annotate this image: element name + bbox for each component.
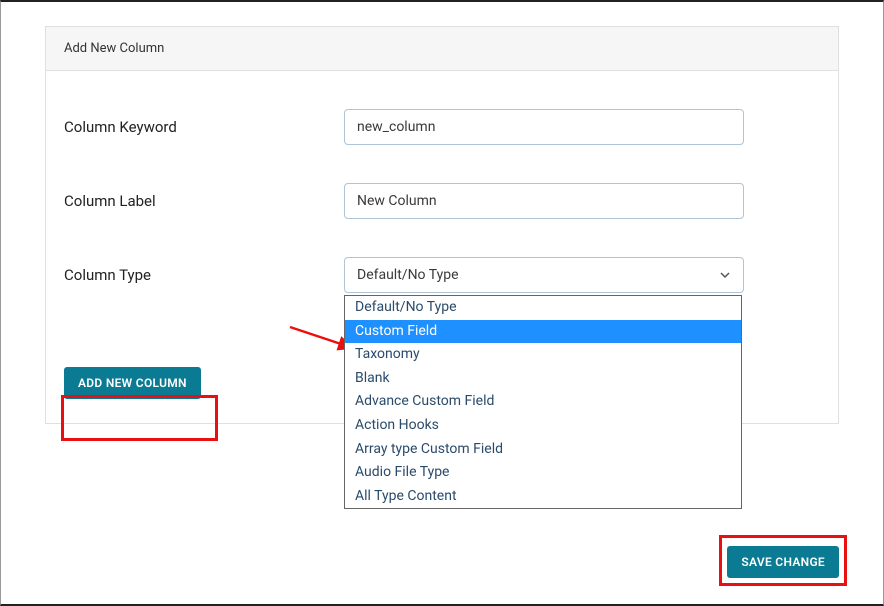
dropdown-column-type: Default/No TypeCustom FieldTaxonomyBlank… [344,295,742,509]
panel-body: Column Keyword Column Label Column Type … [46,71,838,423]
dropdown-option[interactable]: Default/No Type [345,296,741,320]
row-column-type: Column Type Default/No Type Default/No T… [64,257,820,293]
dropdown-option[interactable]: Array type Custom Field [345,438,741,462]
dropdown-option[interactable]: Audio File Type [345,461,741,485]
label-column-type: Column Type [64,266,344,284]
save-change-button[interactable]: SAVE CHANGE [727,546,839,578]
dropdown-option[interactable]: Blank [345,367,741,391]
add-column-panel: Add New Column Column Keyword Column Lab… [45,26,839,424]
dropdown-option[interactable]: Action Hooks [345,414,741,438]
chevron-down-icon [719,269,731,281]
dropdown-option[interactable]: Custom Field [345,320,741,344]
select-value: Default/No Type [357,267,459,283]
input-column-label[interactable] [344,183,744,219]
row-column-label: Column Label [64,183,820,219]
select-column-type[interactable]: Default/No Type [344,257,744,293]
dropdown-option[interactable]: Advance Custom Field [345,390,741,414]
panel-title: Add New Column [46,27,838,71]
add-new-column-button[interactable]: ADD NEW COLUMN [64,367,201,399]
label-keyword: Column Keyword [64,118,344,136]
input-keyword[interactable] [344,109,744,145]
row-keyword: Column Keyword [64,109,820,145]
label-column-label: Column Label [64,192,344,210]
dropdown-option[interactable]: Taxonomy [345,343,741,367]
dropdown-option[interactable]: All Type Content [345,485,741,509]
